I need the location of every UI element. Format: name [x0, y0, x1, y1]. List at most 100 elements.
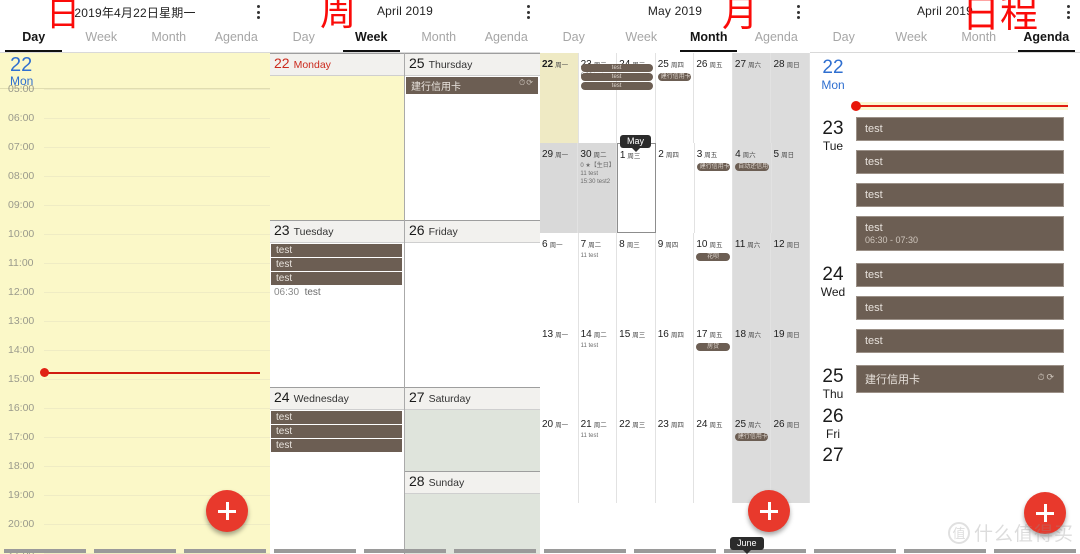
- week-day-cell[interactable]: 27 Saturday: [405, 387, 540, 476]
- week-day-body[interactable]: [405, 494, 540, 554]
- agenda-event[interactable]: test: [856, 150, 1064, 174]
- tab-day[interactable]: Day: [270, 26, 338, 52]
- agenda-event[interactable]: test: [856, 183, 1064, 207]
- hour-row[interactable]: 10:00: [0, 228, 270, 263]
- month-day-cell[interactable]: 24 周五: [694, 413, 733, 503]
- month-event-chip[interactable]: 自动还信用卡: [735, 163, 769, 171]
- month-event-chip[interactable]: 建行信用卡: [696, 163, 731, 171]
- month-day-cell[interactable]: 25 周四 建行信用卡: [656, 53, 695, 143]
- tab-month[interactable]: Month: [945, 26, 1013, 52]
- month-span-event-chip[interactable]: test: [580, 82, 653, 90]
- day-grid-area[interactable]: 22 Mon 05:00 06:00 07:00 08:00 09:00 10:…: [0, 53, 270, 554]
- tab-day[interactable]: Day: [0, 26, 68, 52]
- month-day-cell[interactable]: 18 周六: [732, 323, 772, 413]
- hour-row[interactable]: 11:00: [0, 257, 270, 292]
- month-day-cell[interactable]: 29 周一: [540, 143, 579, 233]
- agenda-event[interactable]: test: [856, 329, 1064, 353]
- week-column-right[interactable]: 25 Thursday 建行信用卡 ⏱⟳ 26 Friday 27 Saturday: [405, 53, 540, 554]
- overflow-menu-icon-agenda[interactable]: [1067, 5, 1071, 22]
- tab-week[interactable]: Week: [338, 26, 406, 52]
- month-event-text[interactable]: 11 test: [578, 170, 615, 178]
- month-day-cell[interactable]: 3 周五 建行信用卡: [695, 143, 734, 233]
- month-event-text[interactable]: 11 test: [579, 432, 617, 440]
- event-chip[interactable]: test: [271, 272, 402, 285]
- agenda-event[interactable]: test: [856, 263, 1064, 287]
- week-day-body[interactable]: 建行信用卡 ⏱⟳: [405, 77, 540, 226]
- overflow-menu-icon-week[interactable]: [527, 5, 531, 22]
- hour-row[interactable]: 16:00: [0, 402, 270, 437]
- month-day-cell[interactable]: 22 周三: [617, 413, 656, 503]
- event-chip[interactable]: test: [271, 258, 402, 271]
- add-event-fab-agenda[interactable]: [1024, 492, 1066, 534]
- tab-agenda[interactable]: Agenda: [1013, 26, 1080, 52]
- month-day-cell[interactable]: 2 周四: [656, 143, 695, 233]
- tab-agenda[interactable]: Agenda: [203, 26, 271, 52]
- month-day-cell[interactable]: 8 周三: [617, 233, 656, 323]
- tab-month[interactable]: Month: [675, 26, 743, 52]
- week-day-cell[interactable]: 22 Monday: [270, 53, 404, 225]
- week-day-body[interactable]: [405, 243, 540, 392]
- month-day-cell[interactable]: 16 周四: [656, 323, 695, 413]
- add-event-fab-day[interactable]: [206, 490, 248, 532]
- month-day-cell[interactable]: 30 周二 0 ★【生日】 11 test 15:30 test2: [578, 143, 617, 233]
- month-day-cell[interactable]: 26 周日: [771, 413, 810, 503]
- month-event-chip[interactable]: 房贷: [696, 343, 730, 351]
- tab-month[interactable]: Month: [135, 26, 203, 52]
- month-day-cell[interactable]: 4周六 自动还信用卡: [733, 143, 772, 233]
- month-day-cell[interactable]: 21 周二 11 test: [579, 413, 618, 503]
- month-event-text[interactable]: 11 test: [579, 252, 617, 260]
- event-chip[interactable]: test: [271, 439, 402, 452]
- week-day-body[interactable]: [405, 410, 540, 476]
- week-day-body[interactable]: test test test: [270, 411, 404, 554]
- agenda-event[interactable]: test: [856, 117, 1064, 141]
- add-event-fab-month[interactable]: [748, 490, 790, 532]
- tab-week[interactable]: Week: [878, 26, 946, 52]
- month-day-cell[interactable]: 6 周一: [540, 233, 579, 323]
- tab-agenda[interactable]: Agenda: [743, 26, 811, 52]
- month-event-text[interactable]: 11 test: [579, 342, 617, 350]
- month-day-cell[interactable]: 12 周日: [771, 233, 810, 323]
- month-event-chip[interactable]: 建行信用卡: [657, 73, 692, 81]
- event-chip[interactable]: test: [271, 411, 402, 424]
- week-day-cell[interactable]: 26 Friday: [405, 220, 540, 392]
- month-event-text[interactable]: 0 ★【生日】: [578, 162, 615, 170]
- event-chip[interactable]: 建行信用卡 ⏱⟳: [406, 77, 538, 94]
- hour-row[interactable]: 13:00: [0, 315, 270, 350]
- week-day-cell[interactable]: 24 Wednesday test test test: [270, 387, 404, 554]
- agenda-list[interactable]: 22 Mon 23 Tue test test test test 06:30 …: [810, 53, 1080, 554]
- month-span-event-chip[interactable]: test: [580, 64, 653, 72]
- week-day-body[interactable]: [270, 76, 404, 225]
- week-day-cell[interactable]: 28 Sunday: [405, 471, 540, 554]
- month-day-cell[interactable]: 19 周日: [771, 323, 810, 413]
- hour-row[interactable]: 12:00: [0, 286, 270, 321]
- week-day-body[interactable]: test test test 06:30 test: [270, 244, 404, 393]
- event-chip[interactable]: test: [271, 425, 402, 438]
- month-event-chip[interactable]: 建行信用卡: [734, 433, 769, 441]
- tab-week[interactable]: Week: [68, 26, 136, 52]
- month-day-cell[interactable]: 14 周二 11 test: [579, 323, 618, 413]
- hour-row[interactable]: 05:00: [0, 83, 270, 118]
- hour-row[interactable]: 07:00: [0, 141, 270, 176]
- month-day-cell[interactable]: 1 周三: [616, 143, 657, 233]
- month-day-cell[interactable]: 22 周一: [540, 53, 579, 143]
- week-column-left[interactable]: 22 Monday 23 Tuesday test test test 06:30 tes…: [270, 53, 405, 554]
- tab-day[interactable]: Day: [810, 26, 878, 52]
- timed-event[interactable]: 06:30 test: [270, 286, 404, 299]
- month-day-cell[interactable]: 11 周六: [732, 233, 772, 323]
- month-day-cell[interactable]: 13 周一: [540, 323, 579, 413]
- month-day-cell[interactable]: 28 周日: [771, 53, 810, 143]
- month-event-chip[interactable]: 花呗: [696, 253, 730, 261]
- month-day-cell[interactable]: 26 周五: [694, 53, 733, 143]
- month-day-cell[interactable]: 7 周二 11 test: [579, 233, 618, 323]
- hour-row[interactable]: 08:00: [0, 170, 270, 205]
- week-day-cell[interactable]: 25 Thursday 建行信用卡 ⏱⟳: [405, 53, 540, 226]
- month-span-event-chip[interactable]: test: [580, 73, 653, 81]
- month-day-cell[interactable]: 15 周三: [617, 323, 656, 413]
- agenda-event[interactable]: test: [856, 296, 1064, 320]
- month-day-cell[interactable]: 9 周四: [656, 233, 695, 323]
- day-hour-grid[interactable]: 05:00 06:00 07:00 08:00 09:00 10:00 11:0…: [0, 83, 270, 554]
- overflow-menu-icon-month[interactable]: [797, 5, 801, 22]
- agenda-event[interactable]: test 06:30 - 07:30: [856, 216, 1064, 251]
- tab-agenda[interactable]: Agenda: [473, 26, 541, 52]
- week-day-cell[interactable]: 23 Tuesday test test test 06:30 test: [270, 220, 404, 393]
